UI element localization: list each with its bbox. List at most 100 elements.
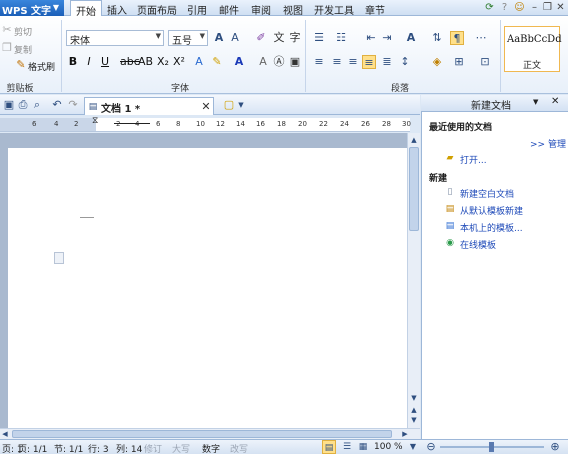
font-name-select[interactable]: 宋体 ▼ (66, 30, 164, 47)
char-border-icon[interactable]: 字 (288, 31, 302, 45)
tab-home[interactable]: 开始 (70, 0, 102, 18)
show-marks-icon[interactable]: ¶ (450, 31, 464, 45)
zoom-menu-icon[interactable]: ▼ (406, 440, 420, 454)
status-overwrite[interactable]: 改写 (230, 442, 248, 454)
undo-icon[interactable]: ↶ (50, 98, 64, 112)
horizontal-ruler[interactable]: 6 4 2 2 4 6 8 10 12 14 16 18 20 22 24 26 28 30 ⧖ (0, 117, 411, 132)
justify-icon[interactable]: ≡ (362, 55, 376, 69)
skin-icon[interactable]: ☺ (514, 2, 525, 13)
shading-icon[interactable]: ◈ (430, 55, 444, 69)
ruler-number: 30 (402, 120, 411, 128)
copy-button[interactable]: 复制 (14, 43, 32, 56)
underline-icon[interactable]: U (98, 55, 112, 69)
tab-references[interactable]: 引用 (184, 0, 210, 17)
style-normal-button[interactable]: AaBbCcDd 正文 (504, 26, 562, 72)
sort-icon[interactable]: ⇅ (430, 31, 444, 45)
scroll-up-icon[interactable]: ▲ (408, 133, 420, 147)
tab-view[interactable]: 视图 (280, 0, 306, 17)
save-icon[interactable]: ▣ (2, 98, 16, 112)
scroll-thumb[interactable] (409, 147, 419, 231)
enclose-char-icon[interactable]: Ⓐ (272, 55, 286, 69)
hscroll-thumb[interactable] (12, 430, 392, 438)
chevron-down-icon[interactable]: ▼ (533, 98, 538, 106)
char-shading-icon[interactable]: A (256, 55, 270, 69)
text-direction-icon[interactable]: A (404, 31, 418, 45)
indent-marker-icon[interactable]: ⧖ (92, 117, 100, 131)
grow-font-icon[interactable]: A (212, 31, 226, 45)
zoom-in-icon[interactable]: ⊕ (548, 440, 562, 454)
strikethrough-icon[interactable]: abc (120, 55, 140, 69)
tab-insert[interactable]: 插入 (104, 0, 130, 17)
status-revision[interactable]: 修订 (144, 442, 162, 454)
app-title: WPS 文字 (2, 6, 52, 16)
next-page-icon[interactable]: ▼ (408, 413, 420, 427)
increase-indent-icon[interactable]: ⇥ (380, 31, 394, 45)
status-section: 节: 1/1 (54, 445, 84, 454)
format-painter-button[interactable]: 格式刷 (28, 60, 55, 73)
font-size-select[interactable]: 五号 ▼ (168, 30, 208, 47)
subscript-icon[interactable]: X₂ (156, 55, 170, 69)
char-border-box-icon[interactable]: ▣ (288, 55, 302, 69)
tab-chapter[interactable]: 章节 (362, 0, 388, 17)
tab-review[interactable]: 审阅 (248, 0, 274, 17)
full-screen-icon[interactable]: ☰ (340, 440, 354, 454)
chevron-down-icon: ▼ (199, 32, 205, 40)
local-templates-link[interactable]: 本机上的模板... (460, 221, 523, 234)
ruler-number: 2 (116, 120, 121, 128)
scissors-icon: ✂ (2, 23, 12, 36)
highlight-icon[interactable]: ✎ (210, 55, 224, 69)
distribute-icon[interactable]: ≣ (380, 55, 394, 69)
close-icon[interactable]: ✕ (555, 2, 566, 13)
line-spacing-icon[interactable]: ↕ (398, 55, 412, 69)
more-icon[interactable]: ⋯ (474, 31, 488, 45)
double-strike-icon[interactable]: AB (138, 55, 153, 69)
close-tab-icon[interactable]: ✕ (199, 100, 213, 114)
redo-icon[interactable]: ↷ (66, 98, 80, 112)
restore-icon[interactable]: ❐ (542, 2, 553, 13)
font-color-icon[interactable]: A (232, 55, 246, 69)
app-menu-button[interactable]: WPS 文字 ▼ (0, 0, 64, 16)
print-icon[interactable]: ⎙ (16, 98, 30, 112)
paste-options-icon[interactable] (54, 252, 64, 264)
tab-page-layout[interactable]: 页面布局 (136, 0, 178, 17)
border-icon[interactable]: ⊞ (452, 55, 466, 69)
help-icon[interactable]: ? (499, 2, 510, 13)
bullet-list-icon[interactable]: ☰ (312, 31, 326, 45)
tab-developer[interactable]: 开发工具 (312, 0, 356, 17)
align-right-icon[interactable]: ≡ (346, 55, 360, 69)
zoom-level[interactable]: 100 % (374, 442, 403, 452)
document-tab[interactable]: ▤ 文档 1 * ✕ (84, 97, 214, 115)
new-from-default-template-link[interactable]: 从默认模板新建 (460, 204, 523, 217)
web-view-icon[interactable]: ▦ (356, 440, 370, 454)
manage-link[interactable]: >> 管理 (530, 137, 566, 150)
horizontal-scrollbar[interactable]: ◀ ▶ (0, 428, 420, 439)
new-blank-doc-link[interactable]: 新建空白文档 (460, 187, 514, 200)
align-center-icon[interactable]: ≡ (330, 55, 344, 69)
minimize-icon[interactable]: – (529, 2, 540, 13)
close-pane-icon[interactable]: ✕ (551, 96, 559, 107)
refresh-icon[interactable]: ⟳ (484, 2, 495, 13)
zoom-slider-thumb[interactable] (489, 442, 494, 452)
clear-format-icon[interactable]: ✐ (254, 31, 268, 45)
phonetic-icon[interactable]: 文 (272, 31, 286, 45)
align-left-icon[interactable]: ≡ (312, 55, 326, 69)
chevron-down-icon[interactable]: ▼ (234, 98, 248, 112)
page-view-icon[interactable]: ▤ (322, 440, 336, 454)
print-preview-icon[interactable]: ⌕ (30, 98, 44, 112)
zoom-out-icon[interactable]: ⊖ (424, 440, 438, 454)
numbered-list-icon[interactable]: ☷ (334, 31, 348, 45)
superscript-icon[interactable]: X² (172, 55, 186, 69)
document-page[interactable] (8, 148, 407, 428)
clipboard-group-label: 剪贴板 (6, 84, 34, 94)
para-settings-icon[interactable]: ⊡ (478, 55, 492, 69)
italic-icon[interactable]: I (82, 55, 96, 69)
shrink-font-icon[interactable]: A (228, 31, 242, 45)
bold-icon[interactable]: B (66, 55, 80, 69)
open-link[interactable]: 打开... (460, 153, 487, 166)
tab-mailings[interactable]: 邮件 (216, 0, 242, 17)
decrease-indent-icon[interactable]: ⇤ (364, 31, 378, 45)
text-effect-icon[interactable]: A (192, 55, 206, 69)
online-templates-link[interactable]: 在线模板 (460, 238, 496, 251)
vertical-scrollbar[interactable]: ▲ ▼ ▲ ▼ (407, 133, 420, 428)
cut-button[interactable]: 剪切 (14, 25, 32, 38)
